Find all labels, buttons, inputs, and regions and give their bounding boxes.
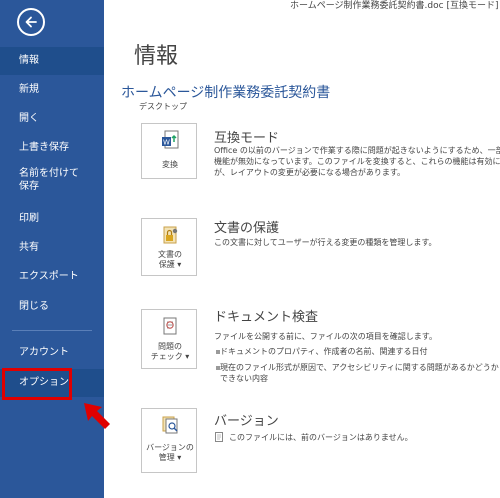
options-highlight-box xyxy=(2,368,72,400)
compat-title: 互換モード xyxy=(214,131,280,146)
svg-text:W: W xyxy=(163,139,170,147)
nav-new[interactable]: 新規 xyxy=(0,76,104,104)
inspect-description: ファイルを公開する前に、ファイルの次の項目を確認します。 xyxy=(214,332,437,341)
versions-button-label: バージョンの 管理 ▾ xyxy=(146,443,194,462)
back-button[interactable] xyxy=(17,8,45,36)
document-icon xyxy=(215,432,223,442)
document-title: ホームページ制作業務委託契約書 xyxy=(121,85,331,101)
versions-title: バージョン xyxy=(214,414,279,429)
nav-info[interactable]: 情報 xyxy=(0,47,104,75)
nav-export[interactable]: エクスポート xyxy=(0,263,104,291)
protect-description: この文書に対してユーザーが行える変更の種類を管理します。 xyxy=(214,238,437,247)
nav-separator xyxy=(12,330,92,331)
check-for-issues-button[interactable]: 問題の チェック ▾ xyxy=(141,309,197,369)
manage-versions-button[interactable]: バージョンの 管理 ▾ xyxy=(141,408,197,473)
nav-save[interactable]: 上書き保存 xyxy=(0,134,104,162)
nav-print[interactable]: 印刷 xyxy=(0,205,104,233)
window-title: ホームページ制作業務委託契約書.doc [互換モード] - W xyxy=(290,1,500,11)
check-button-label: 問題の チェック ▾ xyxy=(150,342,190,361)
red-arrow-icon xyxy=(84,403,110,429)
protect-button-label: 文書の 保護 ▾ xyxy=(158,250,182,269)
page-title: 情報 xyxy=(134,44,179,69)
protect-title: 文書の保護 xyxy=(214,221,280,236)
versions-description: このファイルには、前のバージョンはありません。 xyxy=(229,433,413,442)
nav-save-as[interactable]: 名前を付けて 保存 xyxy=(0,164,104,196)
protect-document-button[interactable]: 文書の 保護 ▾ xyxy=(141,218,197,276)
document-location: デスクトップ xyxy=(139,102,187,111)
nav-close[interactable]: 閉じる xyxy=(0,293,104,321)
nav-account[interactable]: アカウント xyxy=(0,339,104,367)
convert-document-icon: W xyxy=(162,130,179,149)
inspect-title: ドキュメント検査 xyxy=(214,310,319,325)
versions-icon xyxy=(162,416,178,434)
nav-open[interactable]: 開く xyxy=(0,105,104,133)
lock-key-icon xyxy=(163,226,178,244)
nav-share[interactable]: 共有 xyxy=(0,234,104,262)
inspect-document-icon xyxy=(163,317,177,335)
inspect-bullet-2: 現在のファイル形式が原因で、アクセシビリティに関する問題があるかどうか できない… xyxy=(220,363,499,383)
inspect-bullet-1: ドキュメントのプロパティ、作成者の名前、関連する日付 xyxy=(220,347,428,356)
convert-button[interactable]: W 変換 xyxy=(141,123,197,179)
back-arrow-icon xyxy=(25,16,37,28)
compat-description: Office の以前のバージョンで作業する際に問題が起きないようにするため、一部… xyxy=(214,146,500,177)
convert-button-label: 変換 xyxy=(162,160,178,169)
